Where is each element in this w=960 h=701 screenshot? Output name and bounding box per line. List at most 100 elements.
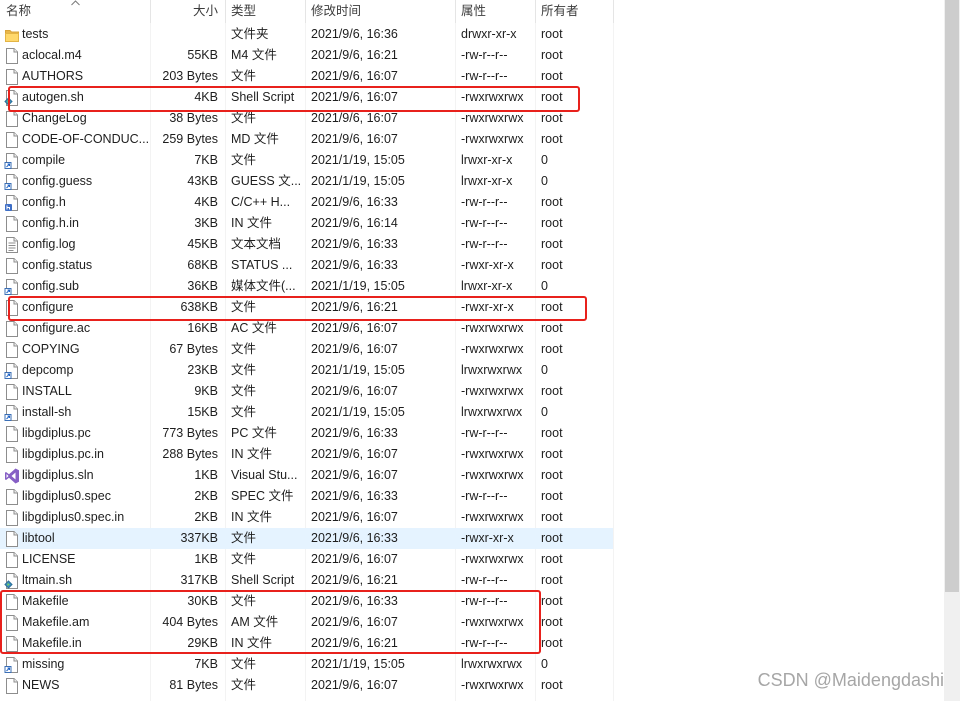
file-row[interactable]: configure.ac 16KB AC 文件 2021/9/6, 16:07 -rwx… [0, 318, 613, 339]
file-row[interactable]: autogen.sh 4KB Shell Script 2021/9/6, 16:07… [0, 87, 613, 108]
file-row[interactable]: config.guess 43KB GUESS 文... 2021/1/19, 15:… [0, 171, 613, 192]
column-resize-handle[interactable] [535, 0, 536, 23]
file-icon [4, 131, 20, 149]
file-row[interactable]: aclocal.m4 55KB M4 文件 2021/9/6, 16:21 -rw-r-… [0, 45, 613, 66]
file-name[interactable]: libgdiplus0.spec.in [22, 507, 124, 528]
file-name[interactable]: config.status [22, 255, 92, 276]
file-size: 3KB [194, 216, 218, 230]
column-resize-handle[interactable] [305, 0, 306, 23]
file-modified-time: 2021/9/6, 16:07 [311, 447, 398, 461]
file-name[interactable]: tests [22, 24, 48, 45]
column-header-name[interactable]: 名称 [6, 0, 31, 22]
file-name[interactable]: COPYING [22, 339, 80, 360]
file-size: 4KB [194, 195, 218, 209]
file-name[interactable]: libgdiplus0.spec [22, 486, 111, 507]
file-name[interactable]: NEWS [22, 675, 60, 696]
file-row[interactable]: CODE-OF-CONDUC... 259 Bytes MD 文件 2021/9/6,… [0, 129, 613, 150]
file-row[interactable]: install-sh 15KB 文件 2021/1/19, 15:05 lrwxrwxr… [0, 402, 613, 423]
file-row[interactable]: config.sub 36KB 媒体文件(... 2021/1/19, 15:05 lr… [0, 276, 613, 297]
file-name[interactable]: libgdiplus.sln [22, 465, 94, 486]
file-name[interactable]: compile [22, 150, 65, 171]
file-name[interactable]: libgdiplus.pc [22, 423, 91, 444]
file-name[interactable]: config.sub [22, 276, 79, 297]
file-row[interactable]: INSTALL 9KB 文件 2021/9/6, 16:07 -rwxrwxrwx roo… [0, 381, 613, 402]
file-size: 23KB [187, 363, 218, 377]
column-resize-handle[interactable] [613, 0, 614, 23]
file-row[interactable]: config.log 45KB 文本文档 2021/9/6, 16:33 -rw-r--… [0, 234, 613, 255]
column-header-size[interactable]: 大小 [150, 0, 218, 22]
file-row[interactable]: libgdiplus0.spec.in 2KB IN 文件 2021/9/6, 16:… [0, 507, 613, 528]
column-resize-handle[interactable] [225, 0, 226, 23]
file-name[interactable]: config.h.in [22, 213, 79, 234]
file-row[interactable]: depcomp 23KB 文件 2021/1/19, 15:05 lrwxrwxrwx 0 [0, 360, 613, 381]
file-name[interactable]: ChangeLog [22, 108, 87, 129]
file-row[interactable]: config.h 4KB C/C++ H... 2021/9/6, 16:33 -rw-… [0, 192, 613, 213]
file-row[interactable]: AUTHORS 203 Bytes 文件 2021/9/6, 16:07 -rw-r--… [0, 66, 613, 87]
file-name[interactable]: libgdiplus.pc.in [22, 444, 104, 465]
file-row[interactable]: libgdiplus0.spec 2KB SPEC 文件 2021/9/6, 16:3… [0, 486, 613, 507]
file-name[interactable]: ltmain.sh [22, 570, 72, 591]
file-row[interactable]: LICENSE 1KB 文件 2021/9/6, 16:07 -rwxrwxrwx roo… [0, 549, 613, 570]
file-attributes: lrwxr-xr-x [461, 153, 513, 167]
file-name[interactable]: Makefile.in [22, 633, 82, 654]
file-row[interactable]: ChangeLog 38 Bytes 文件 2021/9/6, 16:07 -rwxrw… [0, 108, 613, 129]
file-name[interactable]: install-sh [22, 402, 71, 423]
file-icon [4, 530, 20, 548]
file-name[interactable]: config.log [22, 234, 76, 255]
file-row[interactable]: Makefile.in 29KB IN 文件 2021/9/6, 16:21 -rw-r… [0, 633, 613, 654]
file-name[interactable]: aclocal.m4 [22, 45, 82, 66]
file-name[interactable]: CODE-OF-CONDUC... [22, 129, 149, 150]
file-row[interactable]: config.h.in 3KB IN 文件 2021/9/6, 16:14 -rw-r-… [0, 213, 613, 234]
file-name[interactable]: Makefile [22, 591, 69, 612]
file-type: AC 文件 [231, 321, 277, 335]
file-row[interactable]: libgdiplus.pc.in 288 Bytes IN 文件 2021/9/6, … [0, 444, 613, 465]
file-attributes: -rwxrwxrwx [461, 384, 524, 398]
column-resize-handle[interactable] [150, 0, 151, 23]
file-row[interactable]: NEWS 81 Bytes 文件 2021/9/6, 16:07 -rwxrwxrwx r… [0, 675, 613, 696]
file-size: 30KB [187, 594, 218, 608]
file-size: 55KB [187, 48, 218, 62]
file-name[interactable]: configure.ac [22, 318, 90, 339]
file-row[interactable]: Makefile.am 404 Bytes AM 文件 2021/9/6, 16:07… [0, 612, 613, 633]
file-owner: root [541, 468, 563, 482]
file-icon [4, 215, 20, 233]
file-name[interactable]: missing [22, 654, 64, 675]
scrollbar-thumb[interactable] [945, 0, 959, 592]
file-row[interactable]: configure 638KB 文件 2021/9/6, 16:21 -rwxr-xr-… [0, 297, 613, 318]
file-modified-time: 2021/9/6, 16:07 [311, 678, 398, 692]
column-header-owner[interactable]: 所有者 [541, 0, 579, 22]
folder-icon [4, 26, 20, 44]
file-row[interactable]: ltmain.sh 317KB Shell Script 2021/9/6, 16:2… [0, 570, 613, 591]
file-name[interactable]: Makefile.am [22, 612, 89, 633]
file-name[interactable]: config.guess [22, 171, 92, 192]
file-name[interactable]: INSTALL [22, 381, 72, 402]
file-row[interactable]: libtool 337KB 文件 2021/9/6, 16:33 -rwxr-xr-x r… [0, 528, 613, 549]
file-row[interactable]: missing 7KB 文件 2021/1/19, 15:05 lrwxrwxrwx 0 [0, 654, 613, 675]
file-type: 媒体文件(... [231, 279, 296, 293]
text-document-icon [4, 236, 20, 254]
file-attributes: -rwxrwxrwx [461, 321, 524, 335]
column-header-attributes[interactable]: 属性 [461, 0, 486, 22]
file-icon [4, 509, 20, 527]
file-name[interactable]: depcomp [22, 360, 73, 381]
file-type: 文件 [231, 342, 257, 356]
column-resize-handle[interactable] [455, 0, 456, 23]
column-header-modified[interactable]: 修改时间 [311, 0, 361, 22]
file-row[interactable]: libgdiplus.pc 773 Bytes PC 文件 2021/9/6, 16:… [0, 423, 613, 444]
file-row[interactable]: libgdiplus.sln 1KB Visual Stu... 2021/9/6, … [0, 465, 613, 486]
column-header-type[interactable]: 类型 [231, 0, 256, 22]
file-name[interactable]: LICENSE [22, 549, 76, 570]
file-name[interactable]: configure [22, 297, 73, 318]
file-row[interactable]: COPYING 67 Bytes 文件 2021/9/6, 16:07 -rwxrwxr… [0, 339, 613, 360]
symlink-file-icon [4, 278, 20, 296]
file-owner: root [541, 531, 563, 545]
file-name[interactable]: config.h [22, 192, 66, 213]
file-row[interactable]: compile 7KB 文件 2021/1/19, 15:05 lrwxr-xr-x 0 [0, 150, 613, 171]
vertical-scrollbar[interactable] [944, 0, 960, 701]
file-row[interactable]: Makefile 30KB 文件 2021/9/6, 16:33 -rw-r--r-- r… [0, 591, 613, 612]
file-row[interactable]: config.status 68KB STATUS ... 2021/9/6, 16:… [0, 255, 613, 276]
file-name[interactable]: autogen.sh [22, 87, 84, 108]
file-row[interactable]: tests 文件夹 2021/9/6, 16:36 drwxr-xr-x root [0, 24, 613, 45]
file-name[interactable]: libtool [22, 528, 55, 549]
file-name[interactable]: AUTHORS [22, 66, 83, 87]
